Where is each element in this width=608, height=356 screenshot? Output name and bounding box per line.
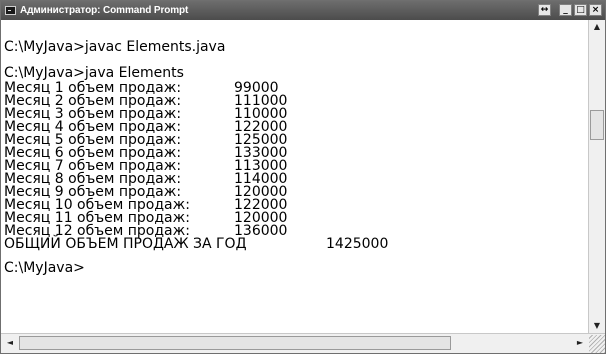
vertical-scroll-thumb[interactable]	[590, 110, 604, 140]
title-bar[interactable]: Администратор: Command Prompt ↔ _ □ ×	[1, 1, 605, 20]
vertical-scrollbar[interactable]: ▲ ▼	[588, 20, 605, 333]
maximize-button[interactable]: □	[574, 4, 587, 16]
total-line: ОБЩИЙ ОБЪЕМ ПРОДАЖ ЗА ГОД 1425000	[4, 236, 588, 252]
horizontal-scroll-thumb[interactable]	[19, 336, 451, 350]
console-output[interactable]: C:\MyJava>javac Elements.java C:\MyJava>…	[1, 20, 588, 333]
total-label: ОБЩИЙ ОБЪЕМ ПРОДАЖ ЗА ГОД	[4, 236, 247, 252]
scroll-right-icon[interactable]: ►	[573, 336, 587, 350]
total-value: 1425000	[326, 236, 389, 252]
command-prompt[interactable]: C:\MyJava>	[4, 261, 588, 277]
window-controls: ↔ _ □ ×	[538, 4, 602, 16]
scroll-down-icon[interactable]: ▼	[589, 319, 605, 333]
close-button[interactable]: ×	[589, 4, 602, 16]
scroll-left-icon[interactable]: ◄	[3, 336, 17, 350]
minimize-button[interactable]: _	[559, 4, 572, 16]
command-line-compile: C:\MyJava>javac Elements.java	[4, 39, 226, 55]
scroll-up-icon[interactable]: ▲	[589, 20, 605, 34]
resize-icon[interactable]: ↔	[538, 4, 551, 16]
console-app-icon[interactable]	[5, 6, 16, 15]
resize-grip-icon[interactable]	[589, 335, 605, 353]
horizontal-scrollbar[interactable]: ◄ ►	[1, 333, 605, 353]
window-title: Администратор: Command Prompt	[20, 5, 189, 16]
command-prompt-window: Администратор: Command Prompt ↔ _ □ × C:…	[0, 0, 606, 354]
